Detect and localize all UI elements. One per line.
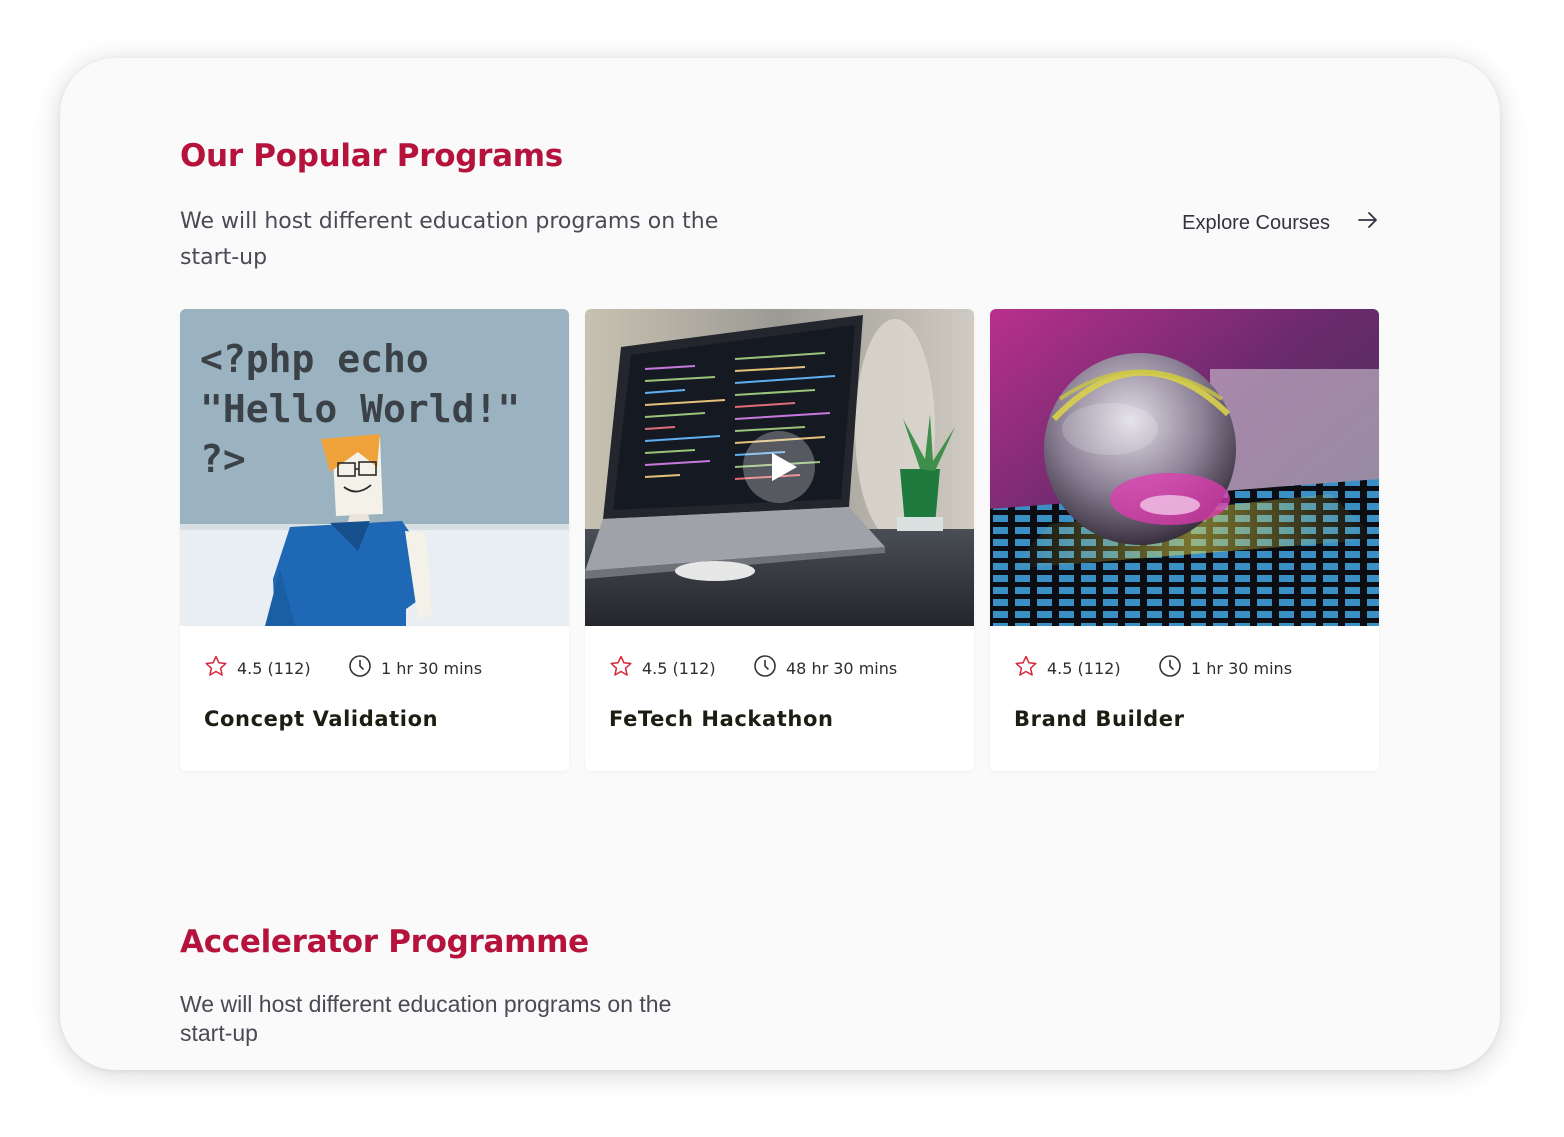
explore-courses-link[interactable]: Explore Courses (1182, 208, 1380, 238)
svg-text:<?php echo: <?php echo (200, 337, 429, 381)
glass-sphere-image (990, 309, 1379, 626)
rating-text: 4.5 (112) (1047, 658, 1121, 678)
page-frame: Our Popular Programs We will host differ… (60, 58, 1500, 1070)
svg-text:?>: ?> (200, 437, 246, 481)
play-video-button[interactable] (743, 431, 815, 503)
popular-programs-title: Our Popular Programs (180, 138, 563, 174)
popular-programs-subtitle: We will host different education program… (180, 209, 719, 270)
card-title: Brand Builder (1014, 707, 1185, 731)
star-icon (204, 654, 228, 682)
card-meta: 4.5 (112) 1 hr 30 mins (1014, 654, 1292, 682)
clock-icon (348, 654, 372, 682)
duration-text: 48 hr 30 mins (786, 658, 898, 678)
laptop-code-image (585, 309, 974, 626)
rating-text: 4.5 (112) (642, 658, 716, 678)
duration-text: 1 hr 30 mins (1191, 658, 1293, 678)
card-meta: 4.5 (112) 1 hr 30 mins (204, 654, 482, 682)
clock-icon (753, 654, 777, 682)
card-title: FeTech Hackathon (609, 707, 834, 731)
play-icon (757, 447, 802, 487)
accelerator-programme-subtitle: We will host different education program… (180, 991, 672, 1046)
php-code-origami-image: <?php echo "Hello World!" ?> (180, 309, 569, 626)
svg-text:"Hello World!": "Hello World!" (200, 387, 520, 431)
arrow-right-icon (1356, 208, 1380, 238)
accelerator-programme-title: Accelerator Programme (180, 924, 589, 960)
star-icon (609, 654, 633, 682)
star-icon (1014, 654, 1038, 682)
card-meta: 4.5 (112) 48 hr 30 mins (609, 654, 897, 682)
program-card-fetech-hackathon[interactable]: 4.5 (112) 48 hr 30 mins FeTech Hackathon (585, 309, 974, 771)
explore-courses-label: Explore Courses (1182, 211, 1330, 234)
clock-icon (1158, 654, 1182, 682)
program-card-brand-builder[interactable]: 4.5 (112) 1 hr 30 mins Brand Builder (990, 309, 1379, 771)
duration-text: 1 hr 30 mins (381, 658, 483, 678)
program-card-concept-validation[interactable]: <?php echo "Hello World!" ?> 4.5 (112) 1… (180, 309, 569, 771)
card-title: Concept Validation (204, 707, 439, 731)
rating-text: 4.5 (112) (237, 658, 311, 678)
program-cards: <?php echo "Hello World!" ?> 4.5 (112) 1… (180, 309, 1380, 771)
